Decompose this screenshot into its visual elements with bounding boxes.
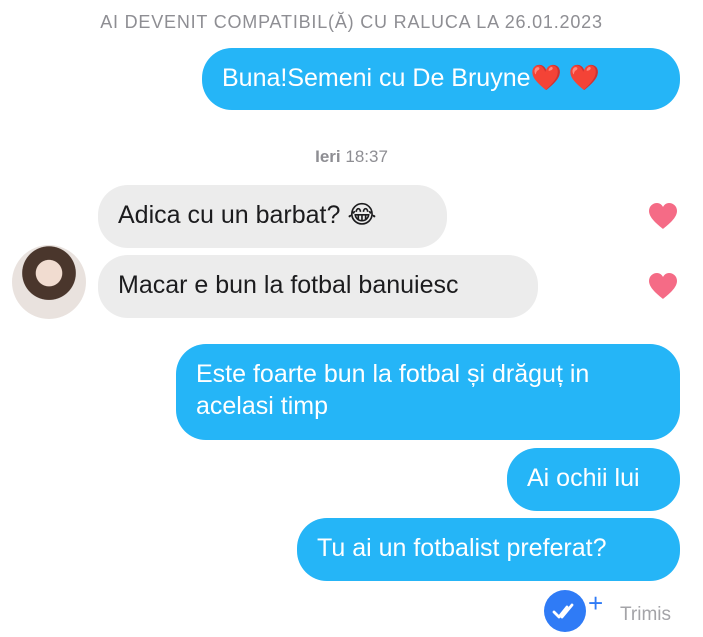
timestamp-day: Ieri bbox=[315, 147, 341, 166]
avatar[interactable] bbox=[12, 245, 86, 319]
match-banner: AI DEVENIT COMPATIBIL(Ă) CU RALUCA LA 26… bbox=[100, 12, 603, 32]
message-outgoing-3[interactable]: Ai ochii lui bbox=[507, 448, 680, 511]
double-check-icon bbox=[544, 590, 586, 632]
message-text: Tu ai un fotbalist preferat? bbox=[317, 534, 607, 562]
timestamp-time: 18:37 bbox=[345, 147, 388, 166]
message-incoming-2[interactable]: Macar e bun la fotbal banuiesc bbox=[98, 255, 538, 318]
laughing-emoji: 😂 bbox=[347, 201, 377, 229]
message-text: Buna!Semeni cu De Bruyne bbox=[222, 64, 531, 92]
message-outgoing-1[interactable]: Buna!Semeni cu De Bruyne❤️ ❤️ bbox=[202, 48, 680, 110]
message-text: Macar e bun la fotbal banuiesc bbox=[118, 271, 459, 299]
message-incoming-1[interactable]: Adica cu un barbat? 😂 bbox=[98, 185, 447, 248]
message-text: Ai ochii lui bbox=[527, 464, 640, 492]
message-outgoing-2[interactable]: Este foarte bun la fotbal și drăguț in a… bbox=[176, 344, 680, 440]
conversation-timestamp: Ieri 18:37 bbox=[0, 147, 703, 167]
plus-icon: + bbox=[588, 588, 604, 618]
heart-icon[interactable] bbox=[647, 202, 679, 230]
message-text: Este foarte bun la fotbal și drăguț in a… bbox=[196, 360, 590, 420]
message-outgoing-4[interactable]: Tu ai un fotbalist preferat? bbox=[297, 518, 680, 581]
heart-icon[interactable] bbox=[647, 272, 679, 300]
sent-status-label: Trimis bbox=[620, 604, 671, 625]
message-text: Adica cu un barbat? bbox=[118, 201, 341, 229]
heart-emoji: ❤️ ❤️ bbox=[530, 64, 600, 92]
